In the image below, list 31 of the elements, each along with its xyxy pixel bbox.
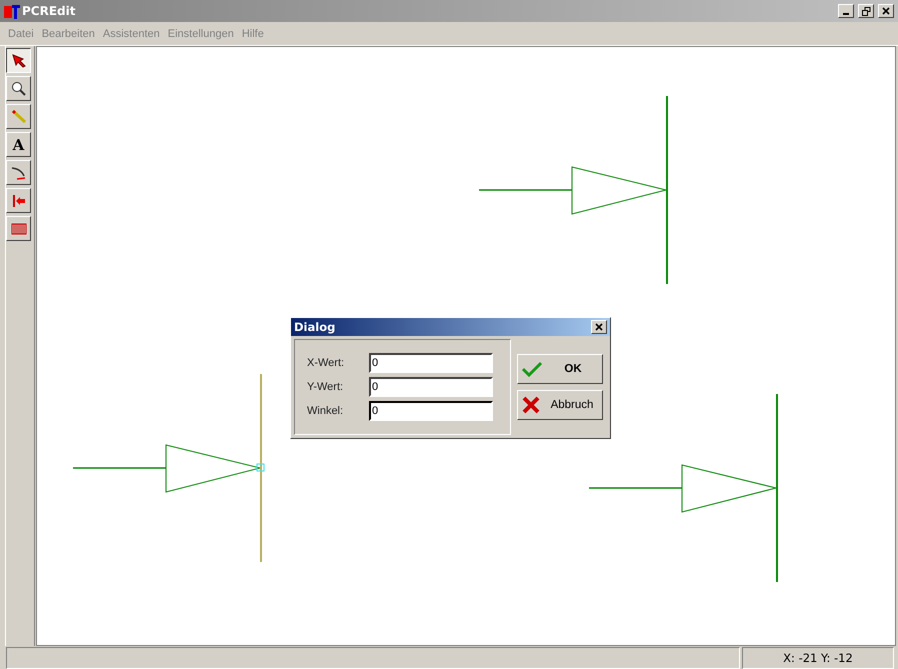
tool-button[interactable]: A: [6, 132, 31, 157]
close-icon: [522, 396, 540, 414]
ok-button[interactable]: OK: [517, 354, 603, 384]
close-icon: [595, 323, 603, 331]
search-icon: [10, 80, 26, 96]
text-tool-glyph: A: [12, 136, 24, 154]
checkmark-icon: [522, 361, 542, 377]
field-label: X-Wert:: [307, 357, 346, 369]
dialog-title: Dialog: [294, 320, 336, 334]
input-field[interactable]: 0: [369, 377, 493, 397]
field-label: Winkel:: [307, 405, 344, 417]
window-title: PCREdit: [22, 4, 76, 18]
grid-icon: [10, 222, 26, 234]
restore-icon: [862, 6, 870, 16]
curve-icon: [10, 164, 26, 180]
minimize-button[interactable]: [838, 4, 854, 18]
arrow-pointer-icon: [10, 52, 26, 68]
cancel-button[interactable]: Abbruch: [517, 390, 603, 420]
pencil-icon: [10, 108, 26, 124]
selection-handle[interactable]: [256, 464, 264, 472]
input-field[interactable]: 0: [369, 401, 493, 421]
restore-button[interactable]: [858, 4, 874, 18]
input-field[interactable]: 0: [369, 353, 493, 373]
tool-button[interactable]: [6, 48, 31, 73]
pin-icon: [10, 192, 26, 208]
close-button[interactable]: [591, 320, 607, 334]
close-button[interactable]: [878, 4, 894, 18]
field-label: Y-Wert:: [307, 381, 344, 393]
close-icon: [882, 7, 890, 15]
coordinates-readout: X: -21 Y: -12: [742, 647, 894, 669]
app-icon: [4, 3, 20, 19]
